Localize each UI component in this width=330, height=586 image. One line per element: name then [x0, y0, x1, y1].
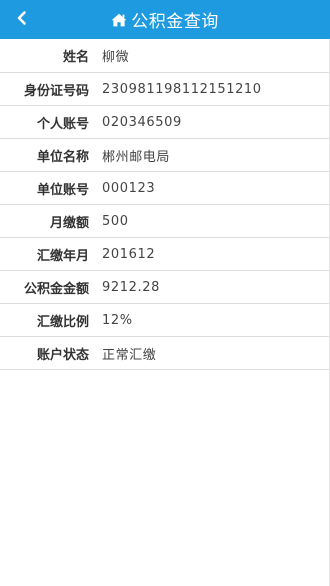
info-row-id-number: 身份证号码 230981198112151210 — [0, 73, 330, 106]
info-row-account-status: 账户状态 正常汇缴 — [0, 337, 330, 370]
page-title: 公积金查询 — [131, 12, 219, 32]
home-icon — [111, 13, 127, 27]
info-row-payment-ratio: 汇缴比例 12% — [0, 304, 330, 337]
field-value: 201612 — [102, 246, 156, 262]
field-value: 柳微 — [102, 50, 130, 65]
info-row-personal-account: 个人账号 020346509 — [0, 106, 330, 139]
info-row-employer-account: 单位账号 000123 — [0, 172, 330, 205]
info-row-employer-name: 单位名称 郴州邮电局 — [0, 139, 330, 172]
field-label: 单位名称 — [36, 149, 89, 165]
field-label: 个人账号 — [36, 116, 89, 132]
app-header: 公积金查询 — [0, 0, 330, 39]
info-row-monthly-payment: 月缴额 500 — [0, 205, 330, 238]
field-label: 身份证号码 — [23, 83, 89, 99]
back-button[interactable] — [0, 0, 44, 39]
account-info-list: 姓名 柳微 身份证号码 230981198112151210 个人账号 0203… — [0, 39, 330, 370]
field-value: 9212.28 — [102, 279, 160, 295]
field-label: 汇缴比例 — [36, 314, 89, 330]
field-value: 12% — [102, 312, 133, 328]
field-label: 姓名 — [62, 50, 89, 65]
field-value: 郴州邮电局 — [102, 149, 171, 165]
field-label: 汇缴年月 — [36, 248, 89, 264]
info-row-fund-balance: 公积金金额 9212.28 — [0, 271, 330, 304]
field-label: 单位账号 — [36, 182, 89, 198]
info-row-name: 姓名 柳微 — [0, 39, 330, 73]
field-value: 020346509 — [102, 114, 182, 130]
field-label: 账户状态 — [36, 347, 89, 363]
field-value: 500 — [102, 213, 129, 229]
field-value: 000123 — [102, 180, 156, 196]
field-value: 230981198112151210 — [102, 81, 262, 97]
header-title-group: 公积金查询 — [0, 0, 330, 39]
field-value: 正常汇缴 — [102, 347, 157, 363]
field-label: 公积金金额 — [23, 281, 89, 297]
chevron-left-icon — [16, 10, 28, 30]
info-row-payment-month: 汇缴年月 201612 — [0, 238, 330, 271]
field-label: 月缴额 — [49, 215, 89, 231]
